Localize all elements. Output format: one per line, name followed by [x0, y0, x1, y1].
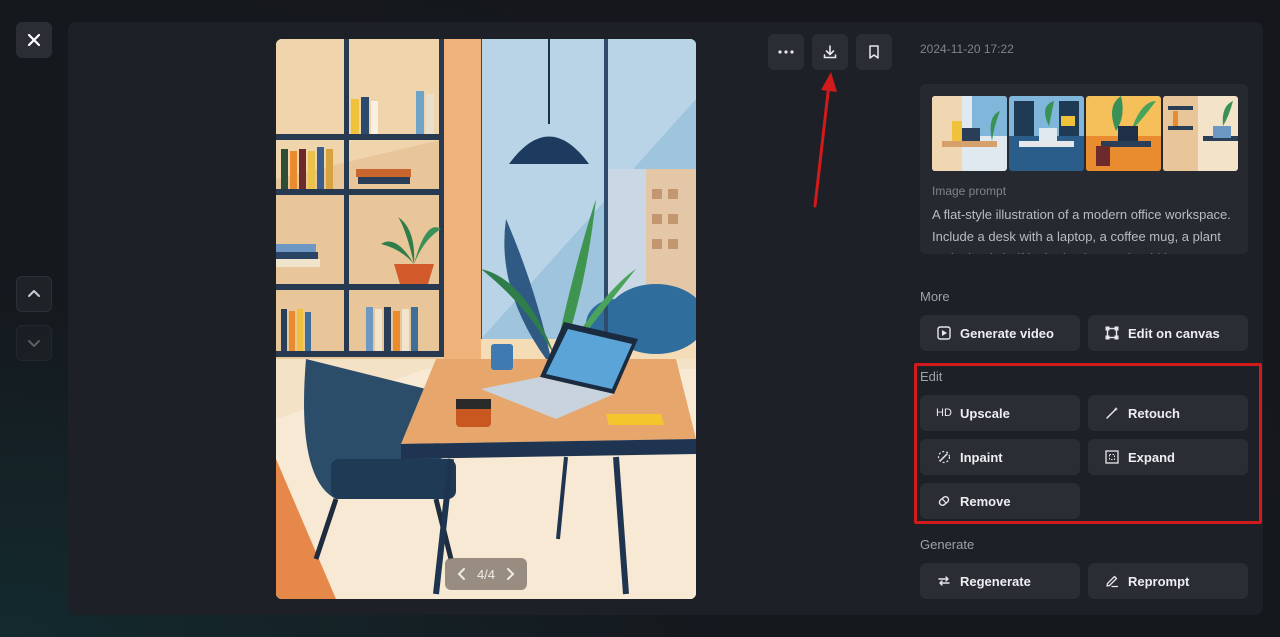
- thumbnail[interactable]: [1009, 96, 1084, 171]
- thumbnail[interactable]: [932, 96, 1007, 171]
- regenerate-button[interactable]: Regenerate: [920, 563, 1080, 599]
- pager-next-button[interactable]: [505, 567, 515, 581]
- canvas-icon: [1104, 325, 1120, 341]
- thumbnail[interactable]: [1086, 96, 1161, 171]
- chevron-left-icon: [457, 568, 465, 580]
- pager-count: 4/4: [476, 566, 496, 582]
- ellipsis-icon: [778, 50, 794, 54]
- close-button[interactable]: [16, 22, 52, 58]
- expand-label: Expand: [1128, 449, 1175, 465]
- generate-video-button[interactable]: Generate video: [920, 315, 1080, 351]
- prompt-card: Image prompt A flat-style illustration o…: [920, 84, 1248, 254]
- section-title-generate: Generate: [920, 537, 975, 552]
- remove-label: Remove: [960, 493, 1011, 509]
- upscale-label: Upscale: [960, 405, 1010, 421]
- annotation-arrow: [813, 72, 837, 208]
- bookmark-button[interactable]: [856, 34, 892, 70]
- prompt-text: A flat-style illustration of a modern of…: [932, 207, 1231, 254]
- inpaint-button[interactable]: Inpaint: [920, 439, 1080, 475]
- reprompt-label: Reprompt: [1128, 573, 1190, 589]
- remove-button[interactable]: Remove: [920, 483, 1080, 519]
- image-timestamp: 2024-11-20 17:22: [920, 42, 1014, 56]
- reprompt-button[interactable]: Reprompt: [1088, 563, 1248, 599]
- section-title-edit: Edit: [920, 369, 943, 384]
- regenerate-label: Regenerate: [960, 573, 1031, 589]
- chevron-down-icon: [28, 340, 40, 347]
- generate-video-label: Generate video: [960, 325, 1054, 341]
- section-title-more: More: [920, 289, 950, 304]
- download-button[interactable]: [812, 34, 848, 70]
- hd-icon: HD: [936, 407, 952, 419]
- pager-prev-button[interactable]: [457, 567, 467, 581]
- previous-image-button[interactable]: [16, 276, 52, 312]
- more-options-button[interactable]: [768, 34, 804, 70]
- image-pager: 4/4: [445, 558, 527, 590]
- magic-wand-icon: [1104, 405, 1120, 421]
- brush-icon: [936, 449, 952, 465]
- pencil-icon: [1104, 573, 1120, 589]
- eraser-icon: [936, 493, 952, 509]
- expand-button[interactable]: Expand: [1088, 439, 1248, 475]
- edit-on-canvas-button[interactable]: Edit on canvas: [1088, 315, 1248, 351]
- retouch-label: Retouch: [1128, 405, 1180, 421]
- upscale-button[interactable]: HD Upscale: [920, 395, 1080, 431]
- generated-image[interactable]: [276, 39, 696, 599]
- chevron-up-icon: [28, 290, 40, 297]
- video-plus-icon: [936, 325, 952, 341]
- chevron-right-icon: [507, 568, 515, 580]
- inpaint-label: Inpaint: [960, 449, 1003, 465]
- prompt-label: Image prompt: [932, 184, 1007, 198]
- edit-on-canvas-label: Edit on canvas: [1128, 325, 1220, 341]
- retouch-button[interactable]: Retouch: [1088, 395, 1248, 431]
- expand-icon: [1104, 449, 1120, 465]
- next-image-button[interactable]: [16, 325, 52, 361]
- thumbnail-strip: [932, 96, 1238, 171]
- bookmark-icon: [869, 45, 879, 59]
- close-icon: [27, 33, 41, 47]
- regenerate-icon: [936, 573, 952, 589]
- thumbnail[interactable]: [1163, 96, 1238, 171]
- download-icon: [823, 45, 837, 59]
